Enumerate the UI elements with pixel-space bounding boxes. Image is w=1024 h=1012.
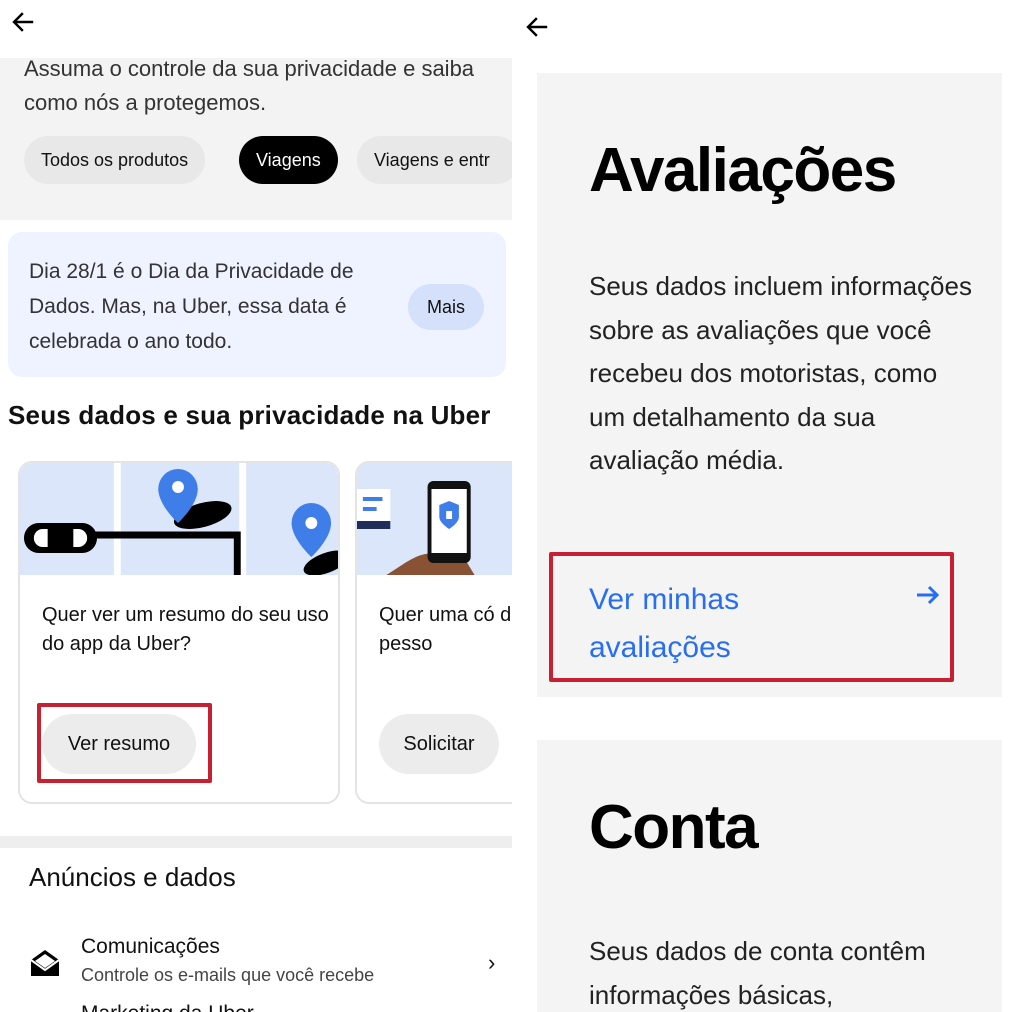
summary-card-text: Quer ver um resumo do seu uso do app da … [42,604,329,655]
back-button[interactable] [522,12,552,42]
data-copy-card: Quer uma có dados pesso Solicitar [355,461,512,804]
section-title: Seus dados e sua privacidade na Uber [8,400,491,430]
envelope-icon [30,950,60,976]
account-heading: Conta [589,793,759,862]
list-item-title: Comunicações [81,935,220,958]
ads-section-title: Anúncios e dados [29,862,236,892]
ratings-description: Seus dados incluem informações sobre as … [589,271,972,475]
map-illustration [20,463,338,575]
ratings-card: Avaliações Seus dados incluem informaçõe… [537,73,1002,697]
phone-illustration [357,463,512,575]
chip-rides[interactable]: Viagens [239,136,338,184]
arrow-left-icon [12,12,34,32]
privacy-day-banner: Dia 28/1 é o Dia da Privacidade de Dados… [8,232,506,377]
request-button[interactable]: Solicitar [379,714,499,774]
more-button[interactable]: Mais [408,284,484,330]
chevron-right-icon: › [488,950,496,975]
arrow-left-icon [526,17,548,37]
chip-all-products[interactable]: Todos os produtos [24,136,206,184]
banner-text: Dia 28/1 é o Dia da Privacidade de Dados… [29,260,354,353]
chip-rides-and-delivery[interactable]: Viagens e entr [357,136,512,184]
view-summary-button[interactable]: Ver resumo [42,714,196,774]
intro-text: Assuma o controle da sua privacidade e s… [24,56,475,115]
ratings-heading: Avaliações [589,136,897,205]
list-item-marketing[interactable]: Marketing da Uber [81,1002,254,1012]
ratings-detail-screen: Avaliações Seus dados incluem informaçõe… [512,0,1024,1012]
privacy-center-screen: Assuma o controle da sua privacidade e s… [0,0,512,1012]
view-ratings-link[interactable]: Ver minhas avaliações [589,576,829,672]
arrow-right-icon[interactable] [913,580,943,610]
list-item-subtitle: Controle os e-mails que você recebe [81,965,375,985]
account-description: Seus dados de conta contêm informações b… [589,936,926,1010]
data-copy-card-text: Quer uma có dados pesso [379,604,512,655]
summary-card: Quer ver um resumo do seu uso do app da … [18,461,340,804]
list-item-communications[interactable]: Comunicações Controle os e-mails que voc… [0,930,512,1000]
back-button[interactable] [8,7,38,37]
account-card: Conta Seus dados de conta contêm informa… [537,740,1002,1012]
section-divider [0,836,512,848]
